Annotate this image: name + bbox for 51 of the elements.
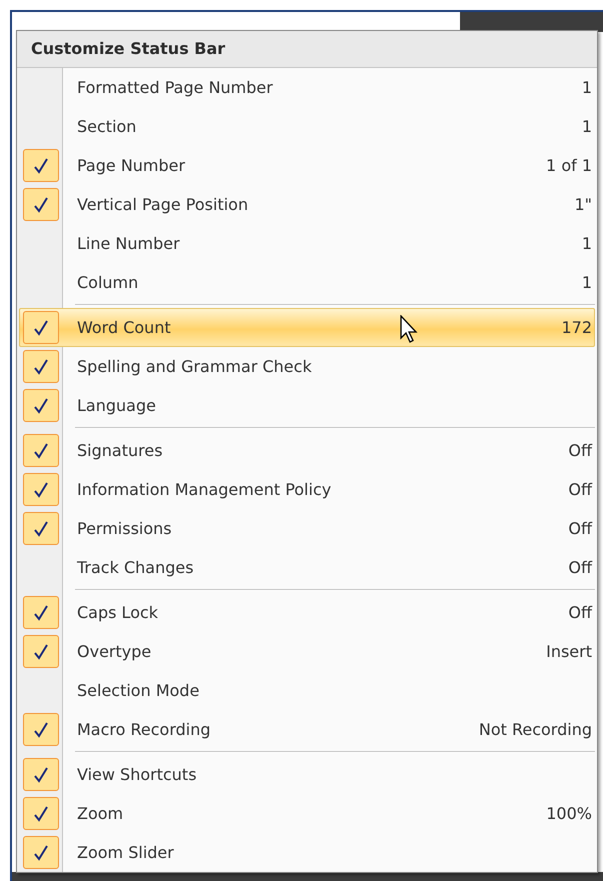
item-value: 1 — [582, 232, 592, 254]
menu-item[interactable]: Zoom 100% — [19, 794, 595, 833]
checkmark-icon — [34, 398, 48, 414]
menu-item[interactable]: Spelling and Grammar Check — [19, 347, 595, 386]
checkmark-icon — [34, 722, 48, 738]
menu-item[interactable]: Line Number 1 — [19, 224, 595, 263]
menu-item[interactable]: Section 1 — [19, 107, 595, 146]
item-value: Off — [568, 440, 592, 462]
menu-item[interactable]: View Shortcuts — [19, 755, 595, 794]
checkmark-icon — [34, 320, 48, 336]
checkmark-icon — [34, 520, 48, 536]
checkmark-icon — [34, 442, 48, 458]
menu-item[interactable]: Signatures Off — [19, 431, 595, 470]
checkmark-icon — [34, 844, 48, 860]
menu-item[interactable]: Macro Recording Not Recording — [19, 710, 595, 749]
menu-item[interactable]: Overtype Insert — [19, 632, 595, 671]
checkmark-icon — [34, 806, 48, 822]
menu-item[interactable]: Column 1 — [19, 263, 595, 302]
item-value: 1 — [582, 76, 592, 98]
checkmark-icon — [34, 766, 48, 782]
item-value: Off — [568, 556, 592, 578]
checkmark-icon — [34, 158, 48, 174]
menu-item[interactable]: Language — [19, 386, 595, 425]
item-value: Off — [568, 518, 592, 540]
menu-title: Customize Status Bar — [17, 31, 597, 68]
checkmark-icon — [34, 196, 48, 212]
menu-item[interactable]: Selection Mode — [19, 671, 595, 710]
menu-item[interactable]: Formatted Page Number 1 — [19, 68, 595, 107]
menu-item[interactable]: Word Count 172 — [19, 308, 595, 347]
item-value: 1 — [582, 116, 592, 138]
item-value: 1 of 1 — [546, 154, 592, 176]
checkmark-icon — [34, 644, 48, 660]
item-value: 1 — [582, 272, 592, 294]
item-value: 172 — [561, 316, 592, 338]
item-value: Off — [568, 478, 592, 500]
item-value: Off — [568, 602, 592, 624]
cursor-icon — [400, 315, 420, 345]
menu-item[interactable]: Vertical Page Position 1" — [19, 185, 595, 224]
menu-item[interactable]: Zoom Slider — [19, 833, 595, 872]
menu-item[interactable]: Caps Lock Off — [19, 593, 595, 632]
menu-item[interactable]: Track Changes Off — [19, 548, 595, 587]
checkmark-icon — [34, 482, 48, 498]
checkmark-icon — [34, 358, 48, 374]
menu-item[interactable]: Page Number 1 of 1 — [19, 146, 595, 185]
item-value: Insert — [546, 640, 592, 662]
menu-item[interactable]: Permissions Off — [19, 509, 595, 548]
item-value: Not Recording — [478, 718, 592, 740]
item-value: 1" — [574, 194, 592, 216]
menu-item[interactable]: Information Management Policy Off — [19, 470, 595, 509]
checkmark-icon — [34, 604, 48, 620]
item-value: 100% — [546, 802, 592, 824]
